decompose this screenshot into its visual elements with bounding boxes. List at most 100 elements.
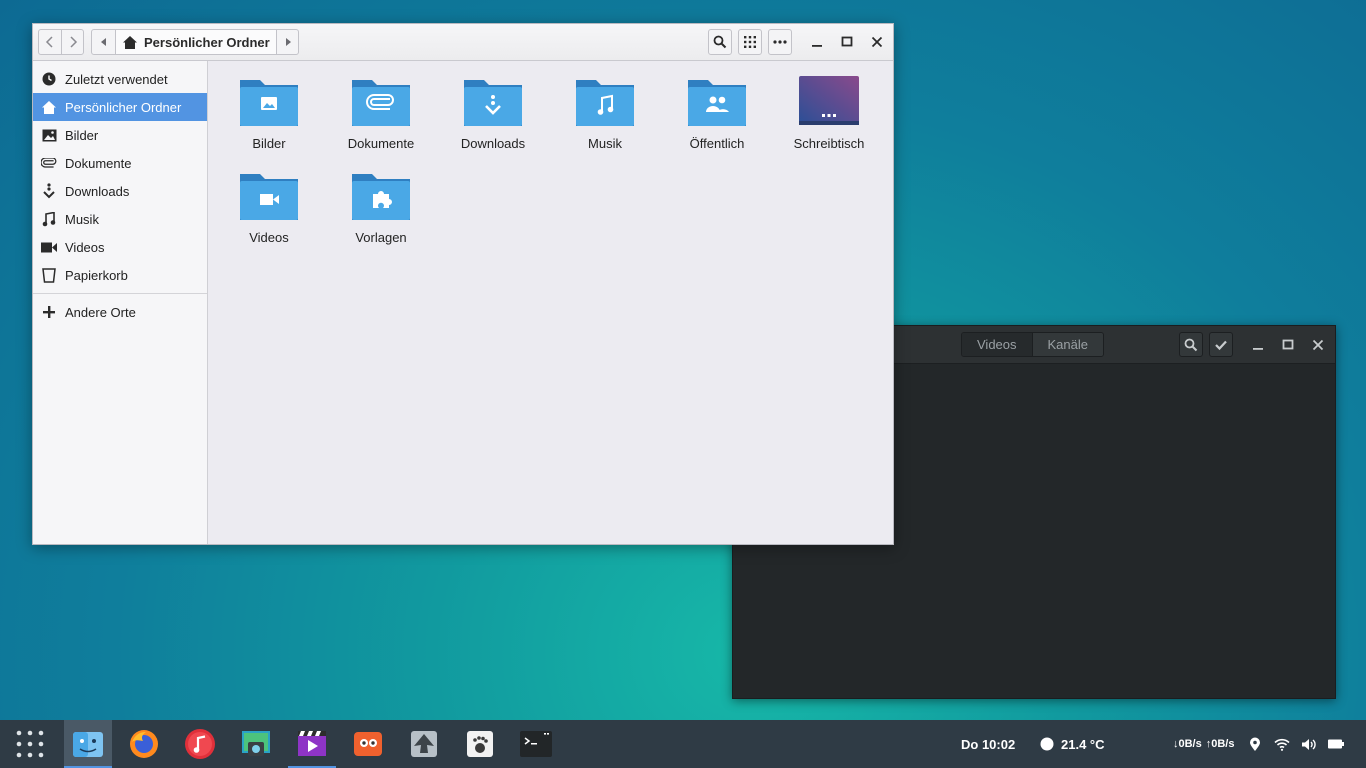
video-folder-icon [240,174,298,220]
sidebar-item-label: Zuletzt verwendet [65,71,168,87]
menu-button[interactable] [768,29,792,55]
sidebar-item-label: Dokumente [65,155,132,171]
folder-item-videos[interactable]: Videos [213,170,325,260]
back-button[interactable] [39,30,61,54]
folder-item-templates[interactable]: Vorlagen [325,170,437,260]
view-toggle-button[interactable] [738,29,762,55]
sidebar-item-music[interactable]: Musik [33,205,207,233]
dock-app-inkscape[interactable] [400,720,448,768]
net-up-label: ↑0B/s [1205,738,1235,750]
video-search-button[interactable] [1179,332,1203,357]
music-note-icon [41,211,57,227]
sun-icon [1040,737,1054,751]
search-icon [713,35,727,49]
video-app-view-switcher: Videos Kanäle [961,332,1104,357]
search-icon [1184,338,1198,351]
folder-item-public[interactable]: Öffentlich [661,76,773,166]
history-nav [38,29,84,55]
sidebar-item-documents[interactable]: Dokumente [33,149,207,177]
more-dots-icon [773,40,787,44]
minimize-icon [812,45,822,47]
screenshot-icon [242,731,270,756]
video-minimize-button[interactable] [1248,335,1268,355]
maximize-icon [841,36,853,47]
dock-app-gimp[interactable] [344,720,392,768]
puzzle-folder-icon [352,174,410,220]
battery-indicator[interactable] [1328,720,1344,768]
dock-app-gnome-software[interactable] [456,720,504,768]
sidebar-item-label: Andere Orte [65,304,136,320]
clock-label: Do 10:02 [961,736,1016,752]
volume-indicator[interactable] [1301,720,1317,768]
close-icon [871,36,883,48]
sidebar-item-label: Papierkorb [65,267,128,283]
folder-label: Öffentlich [689,136,745,151]
minimize-button[interactable] [807,32,827,52]
close-button[interactable] [867,32,887,52]
location-indicator[interactable] [1249,720,1261,768]
sidebar-item-label: Videos [65,239,105,255]
sidebar-item-pictures[interactable]: Bilder [33,121,207,149]
network-speed-indicator: ↓0B/s ↑0B/s [1173,720,1235,768]
sidebar-item-trash[interactable]: Papierkorb [33,261,207,289]
folder-item-downloads[interactable]: Downloads [437,76,549,166]
dock-app-video-editor[interactable] [288,720,336,768]
firefox-icon [130,730,158,758]
video-editor-icon [298,731,326,756]
video-camera-icon [41,239,57,255]
image-icon [41,127,57,143]
video-close-button[interactable] [1308,335,1328,355]
gimp-icon [354,732,382,756]
clock[interactable]: Do 10:02 [961,720,1015,768]
sidebar-item-recent[interactable]: Zuletzt verwendet [33,65,207,93]
forward-button[interactable] [61,30,83,54]
dock-app-music[interactable] [176,720,224,768]
folder-view: Bilder Dokumente Downloads Musik Öffentl… [209,61,893,544]
triangle-left-icon [100,38,106,46]
folder-item-pictures[interactable]: Bilder [213,76,325,166]
sidebar-item-home[interactable]: Persönlicher Ordner [33,93,207,121]
folder-label: Videos [249,230,289,245]
sidebar-item-label: Musik [65,211,99,227]
app-launcher-button[interactable] [6,720,54,768]
folder-item-documents[interactable]: Dokumente [325,76,437,166]
home-icon [123,35,137,49]
plus-icon [41,304,57,320]
net-down-label: ↓0B/s [1173,738,1202,750]
maximize-icon [1282,339,1294,350]
bottom-panel: Do 10:02 21.4 °C ↓0B/s ↑0B/s [0,720,1366,768]
path-scroll-right-button[interactable] [276,30,298,54]
tab-videos[interactable]: Videos [962,333,1032,356]
maximize-button[interactable] [837,32,857,52]
sidebar-item-videos[interactable]: Videos [33,233,207,261]
wifi-indicator[interactable] [1274,720,1290,768]
sidebar-item-downloads[interactable]: Downloads [33,177,207,205]
folder-item-music[interactable]: Musik [549,76,661,166]
inkscape-icon [411,731,437,757]
gnome-foot-icon [467,731,493,757]
music-folder-icon [576,80,634,126]
path-current-button[interactable]: Persönlicher Ordner [116,30,276,54]
desktop-folder-icon [799,76,859,125]
triangle-right-icon [285,38,291,46]
search-button[interactable] [708,29,732,55]
dock-app-terminal[interactable] [512,720,560,768]
folder-label: Bilder [252,136,286,151]
app-grid-icon [16,730,44,758]
sidebar-item-label: Bilder [65,127,99,143]
path-bar: Persönlicher Ordner [91,29,299,55]
dock-app-firefox[interactable] [120,720,168,768]
sidebar-item-other-places[interactable]: Andere Orte [33,298,207,326]
sidebar-separator [33,293,207,294]
sidebar-item-label: Persönlicher Ordner [65,99,182,115]
weather-label: 21.4 °C [1061,736,1105,752]
tab-channels[interactable]: Kanäle [1031,333,1103,356]
dock-app-screenshot[interactable] [232,720,280,768]
folder-label: Schreibtisch [793,136,865,151]
dock-app-file-manager[interactable] [64,720,112,768]
weather-indicator[interactable]: 21.4 °C [1040,720,1105,768]
path-scroll-left-button[interactable] [92,30,116,54]
folder-item-desktop[interactable]: Schreibtisch [773,76,885,166]
video-select-button[interactable] [1209,332,1233,357]
video-maximize-button[interactable] [1278,335,1298,355]
